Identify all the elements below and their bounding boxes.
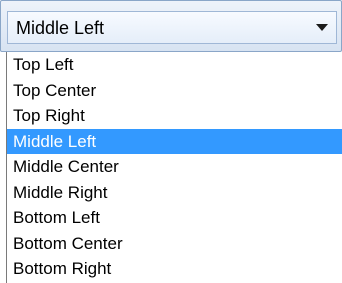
- option-bottom-center[interactable]: Bottom Center: [7, 231, 342, 257]
- option-middle-right[interactable]: Middle Right: [7, 180, 342, 206]
- option-top-left[interactable]: Top Left: [7, 52, 342, 78]
- option-bottom-right[interactable]: Bottom Right: [7, 256, 342, 282]
- alignment-dropdown[interactable]: Middle Left: [0, 0, 342, 52]
- dropdown-options-list[interactable]: Top Left Top Center Top Right Middle Lef…: [6, 52, 342, 283]
- option-middle-center[interactable]: Middle Center: [7, 154, 342, 180]
- option-middle-left[interactable]: Middle Left: [7, 128, 342, 154]
- dropdown-selected-value: Middle Left: [16, 18, 105, 38]
- dropdown-field[interactable]: Middle Left: [7, 11, 337, 44]
- option-bottom-left[interactable]: Bottom Left: [7, 205, 342, 231]
- triangle-down-icon[interactable]: [316, 24, 328, 31]
- option-top-center[interactable]: Top Center: [7, 78, 342, 104]
- option-top-right[interactable]: Top Right: [7, 103, 342, 129]
